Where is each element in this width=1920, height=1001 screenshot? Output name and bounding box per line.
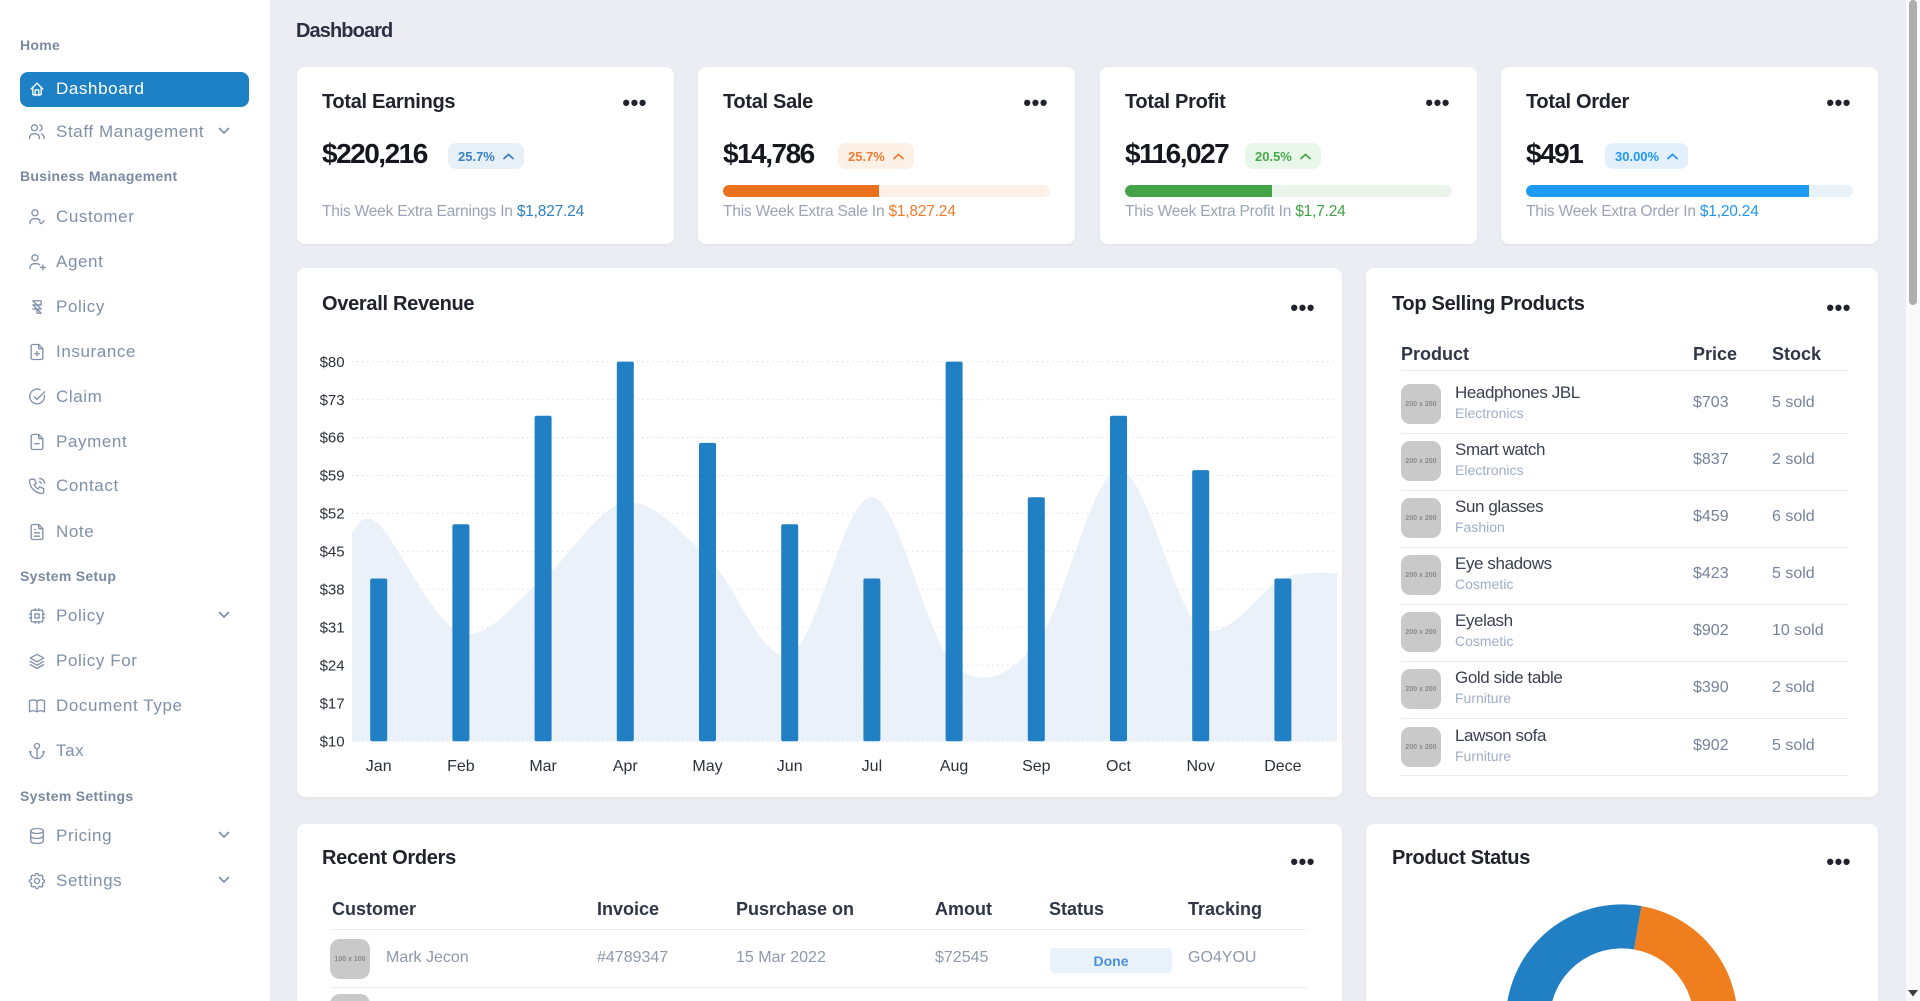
svg-text:$10: $10 — [320, 733, 345, 750]
svg-text:Sep: Sep — [1022, 758, 1051, 775]
svg-text:Jan: Jan — [366, 758, 392, 775]
svg-text:$66: $66 — [320, 430, 345, 447]
svg-text:$38: $38 — [320, 582, 345, 599]
svg-text:Dece: Dece — [1264, 758, 1301, 775]
svg-text:$80: $80 — [320, 354, 345, 371]
svg-text:Aug: Aug — [940, 758, 968, 775]
svg-text:May: May — [692, 758, 722, 775]
svg-text:$59: $59 — [320, 468, 345, 485]
svg-text:$73: $73 — [320, 392, 345, 409]
svg-text:Feb: Feb — [447, 758, 475, 775]
svg-text:Mar: Mar — [529, 758, 557, 775]
svg-text:Oct: Oct — [1106, 758, 1131, 775]
svg-text:$45: $45 — [320, 544, 345, 561]
svg-text:Jul: Jul — [862, 758, 882, 775]
svg-text:$17: $17 — [320, 695, 345, 712]
svg-text:Apr: Apr — [613, 758, 639, 775]
svg-text:$31: $31 — [320, 620, 345, 637]
svg-text:$24: $24 — [320, 658, 345, 675]
svg-text:Nov: Nov — [1186, 758, 1214, 775]
svg-text:Jun: Jun — [777, 758, 803, 775]
svg-text:$52: $52 — [320, 506, 345, 523]
